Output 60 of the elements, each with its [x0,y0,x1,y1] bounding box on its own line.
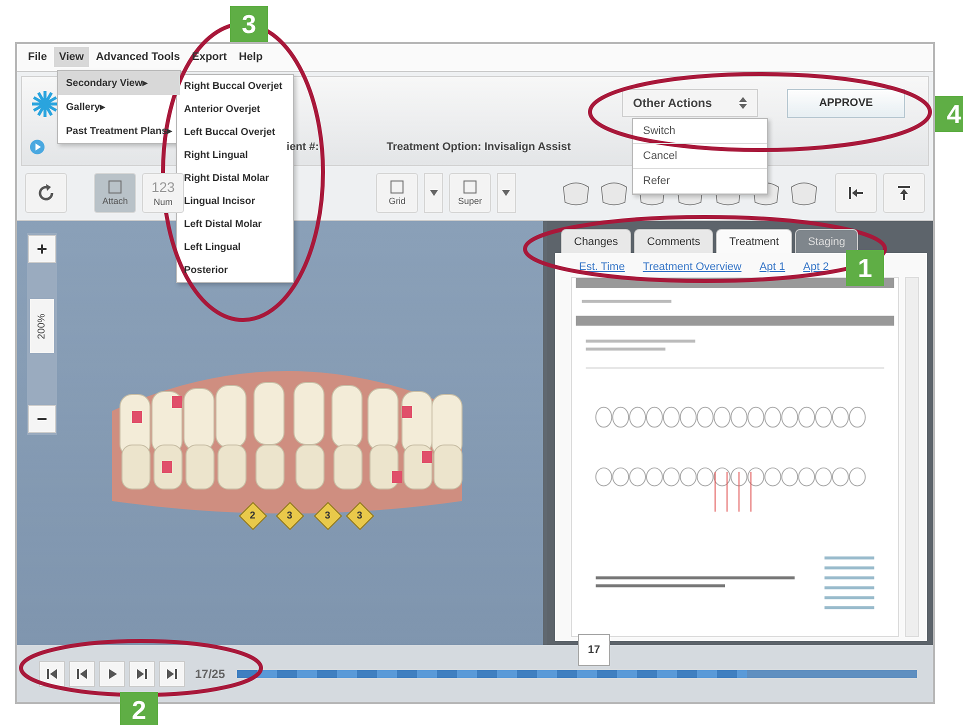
snowflake-logo-icon [30,88,60,119]
bar-arrow-up-icon [898,184,910,201]
menu-item[interactable]: Refer [633,169,767,194]
toolbar-button[interactable]: Attach [94,172,136,213]
playback-button[interactable] [69,660,95,686]
tool-icon [389,180,406,194]
bar-arrow-left-icon [848,186,864,199]
zoom-thumb[interactable]: 200% [30,299,54,354]
tab[interactable]: Changes [561,229,632,254]
playback-button[interactable] [99,660,125,686]
menu-item[interactable]: File [23,47,52,68]
toolbar-button[interactable]: Super [449,172,492,213]
menu-item[interactable]: View [54,47,89,68]
section-link[interactable]: Treatment Overview [642,261,742,274]
dropdown-caret-button[interactable] [497,172,516,213]
playback-icon [166,668,178,680]
up-down-arrows-icon [739,96,747,109]
playback-icon [136,668,148,680]
playback-button[interactable] [39,660,65,686]
stage-counter: 17/25 [195,666,226,680]
reset-button[interactable] [25,172,67,213]
tool-icon [462,180,478,194]
playback-icon [46,668,58,680]
menu-item[interactable]: Left Lingual [177,236,293,259]
play-circle-icon[interactable] [30,138,45,155]
playback-button[interactable] [159,660,185,686]
tool-icon [107,180,124,194]
callout-number: 2 [120,692,158,725]
menu-item[interactable]: Cancel [633,144,767,169]
caret-down-icon [502,190,510,196]
tab[interactable]: Comments [634,229,714,254]
menu-item[interactable]: Left Distal Molar [177,213,293,236]
callout-number: 3 [230,6,268,42]
menu-item[interactable]: Help [234,47,268,68]
section-link[interactable]: Est. Time [579,261,625,274]
menu-item[interactable]: Switch [633,119,767,144]
tab[interactable]: Treatment [716,229,792,254]
dropdown-caret-button[interactable] [424,172,444,213]
toolbar-button[interactable]: Grid [376,172,418,213]
approve-button[interactable]: APPROVE [787,88,905,118]
toolbar-button[interactable]: 123 Num [142,172,184,213]
callout-number: 4 [935,96,963,132]
zoom-out-button[interactable]: − [28,405,56,434]
section-link[interactable]: Apt 2 [803,261,829,274]
treatment-option-text: Treatment Option: Invisalign Assist [386,140,572,153]
collapse-top-button[interactable] [882,172,925,213]
zoom-slider[interactable]: + 200% − [27,233,57,436]
refresh-icon [36,182,56,203]
section-link[interactable]: Apt 1 [759,261,786,274]
playback-button[interactable] [129,660,155,686]
menu-item[interactable]: Secondary View▸ [58,71,180,95]
menu-item[interactable]: Advanced Tools [90,47,185,68]
other-actions-dropdown[interactable]: Other Actions [622,88,758,117]
callout-number: 1 [846,250,884,286]
collapse-left-button[interactable] [834,172,877,213]
timeline-thumb[interactable]: 17 [578,634,610,666]
caret-down-icon [430,190,438,196]
playback-icon [76,668,88,680]
playback-icon [106,668,118,680]
zoom-in-button[interactable]: + [28,235,56,264]
